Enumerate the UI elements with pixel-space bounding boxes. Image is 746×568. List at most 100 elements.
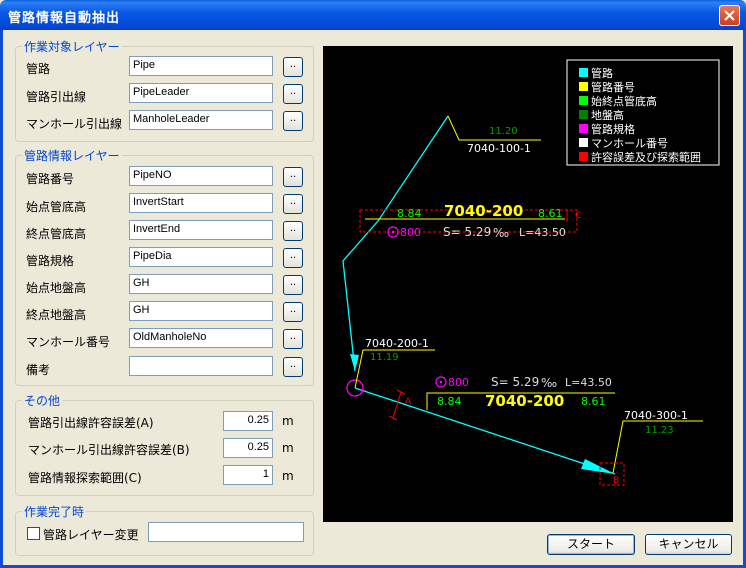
invert-end-browse-button[interactable]: .. <box>283 221 303 241</box>
change-pipe-layer-input[interactable] <box>148 522 304 542</box>
preview-canvas: 管路 管路番号 始終点管底高 地盤高 管路規格 マンホール番号 許容誤差及び探索… <box>323 46 733 522</box>
manhole-top-text: 7040-100-1 <box>467 142 531 155</box>
other-legend: その他 <box>22 392 63 409</box>
title-bar: 管路情報自動抽出 <box>0 0 746 30</box>
ground-end-browse-button[interactable]: .. <box>283 302 303 322</box>
pipe-no-browse-button[interactable]: .. <box>283 167 303 187</box>
manhole-leader-tolerance-unit: m <box>282 441 294 455</box>
close-button[interactable] <box>719 5 740 26</box>
pipe-layer-label: 管路 <box>26 62 51 76</box>
invert-start-label: 始点管底高 <box>26 200 87 214</box>
tolerance-a-text: A <box>405 397 412 407</box>
ground-start-input[interactable]: GH <box>129 274 273 294</box>
legend-text-pipe-no: 管路番号 <box>591 80 635 94</box>
manhole-no-label: マンホール番号 <box>26 335 111 349</box>
pipe-leader-layer-label: 管路引出線 <box>26 90 87 104</box>
lower-length-text: L=43.50 <box>565 376 612 389</box>
pipe-info-layer-legend: 管路情報レイヤー <box>22 147 122 164</box>
upper-invert-end-text: 8.61 <box>538 207 563 220</box>
upper-invert-start-text: 8.84 <box>397 207 422 220</box>
pipe-layer-input[interactable]: Pipe <box>129 56 273 76</box>
cancel-button[interactable]: キャンセル <box>645 534 732 555</box>
gh-top-text: 11.20 <box>489 126 518 137</box>
tolerance-b-text: B <box>613 476 619 486</box>
manhole-leader-layer-label: マンホール引出線 <box>26 117 123 131</box>
preview-diagram: 管路 管路番号 始終点管底高 地盤高 管路規格 マンホール番号 許容誤差及び探索… <box>342 59 720 486</box>
tolerance-b-box <box>599 462 625 486</box>
pipe-dia-browse-button[interactable]: .. <box>283 248 303 268</box>
legend-swatch-pipe-no <box>579 82 588 91</box>
gh-end-text: 11.23 <box>645 425 674 436</box>
pipe-line-upper <box>342 115 449 372</box>
remarks-label: 備考 <box>26 363 51 377</box>
legend-text-manhole: マンホール番号 <box>591 137 668 150</box>
legend-text-tolerance: 許容誤差及び探索範囲 <box>591 150 701 164</box>
manhole-leader-tolerance-label: マンホール引出線許容誤差(B) <box>28 443 190 457</box>
legend-swatch-dia <box>579 124 588 133</box>
ground-end-input[interactable]: GH <box>129 301 273 321</box>
invert-start-browse-button[interactable]: .. <box>283 194 303 214</box>
search-range-unit: m <box>282 469 294 483</box>
manhole-leader-layer-input[interactable]: ManholeLeader <box>129 110 273 130</box>
pipe-leader-layer-input[interactable]: PipeLeader <box>129 83 273 103</box>
target-layer-legend: 作業対象レイヤー <box>22 38 122 55</box>
upper-length-text: L=43.50 <box>519 226 566 239</box>
pipe-dia-label: 管路規格 <box>26 254 75 268</box>
manhole-no-input[interactable]: OldManholeNo <box>129 328 273 348</box>
legend-text-invert: 始終点管底高 <box>591 94 657 108</box>
pipe-layer-browse-button[interactable]: .. <box>283 57 303 77</box>
ground-end-label: 終点地盤高 <box>26 308 87 322</box>
legend-swatch-invert <box>579 96 588 105</box>
pipe-info-layer-group <box>15 155 314 386</box>
window-title: 管路情報自動抽出 <box>8 11 121 26</box>
pipe-leader-tolerance-label: 管路引出線許容誤差(A) <box>28 416 154 430</box>
manhole-mid-text: 7040-200-1 <box>365 337 429 350</box>
manhole-no-browse-button[interactable]: .. <box>283 329 303 349</box>
upper-dia-text: 800 <box>400 226 421 239</box>
invert-start-input[interactable]: InvertStart <box>129 193 273 213</box>
manhole-leader-tolerance-input[interactable]: 0.25 <box>223 438 273 458</box>
manhole-end-text: 7040-300-1 <box>624 409 688 422</box>
manhole-leader-layer-browse-button[interactable]: .. <box>283 111 303 131</box>
lower-dia-text: 800 <box>448 376 469 389</box>
pipe-no-input[interactable]: PipeNO <box>129 166 273 186</box>
pipe-arrow-upper <box>350 354 359 371</box>
pipe-leader-tolerance-input[interactable]: 0.25 <box>223 411 273 431</box>
pipe-leader-layer-browse-button[interactable]: .. <box>283 84 303 104</box>
gh-mid-text: 11.19 <box>370 352 399 363</box>
invert-end-input[interactable]: InvertEnd <box>129 220 273 240</box>
lower-slope-unit-text: ‰ <box>541 376 557 390</box>
pipe-leader-tolerance-unit: m <box>282 414 294 428</box>
invert-end-label: 終点管底高 <box>26 227 87 241</box>
ground-start-label: 始点地盤高 <box>26 281 87 295</box>
lower-invert-start-text: 8.84 <box>437 395 462 408</box>
pipe-no-label: 管路番号 <box>26 172 75 186</box>
legend-swatch-manhole <box>579 138 588 147</box>
legend-swatch-pipe <box>579 68 588 77</box>
legend-text-pipe: 管路 <box>591 66 613 80</box>
ground-start-browse-button[interactable]: .. <box>283 275 303 295</box>
pipe-arrow-lower <box>581 459 615 474</box>
start-button[interactable]: スタート <box>547 534 635 555</box>
legend-text-ground: 地盤高 <box>591 108 624 122</box>
upper-slope-text: S= 5.29 <box>443 225 491 239</box>
search-range-label: 管路情報探索範囲(C) <box>28 471 142 485</box>
search-range-input[interactable]: 1 <box>223 465 273 485</box>
legend-swatch-tolerance <box>579 152 588 161</box>
change-pipe-layer-checkbox[interactable] <box>27 527 40 540</box>
lower-pipe-no-text: 7040-200 <box>485 392 564 410</box>
legend-swatch-ground <box>579 110 588 119</box>
pipe-dia-input[interactable]: PipeDia <box>129 247 273 267</box>
tolerance-a-line <box>392 391 402 419</box>
lower-invert-end-text: 8.61 <box>581 395 606 408</box>
upper-slope-unit-text: ‰ <box>493 226 509 240</box>
close-icon <box>724 10 735 21</box>
upper-pipe-no-text: 7040-200 <box>444 202 523 220</box>
on-complete-legend: 作業完了時 <box>22 503 87 520</box>
remarks-input[interactable] <box>129 356 273 376</box>
lower-slope-text: S= 5.29 <box>491 375 539 389</box>
legend-text-dia: 管路規格 <box>591 122 635 136</box>
upper-c-text: C <box>575 211 581 221</box>
remarks-browse-button[interactable]: .. <box>283 357 303 377</box>
change-pipe-layer-label: 管路レイヤー変更 <box>43 528 139 542</box>
